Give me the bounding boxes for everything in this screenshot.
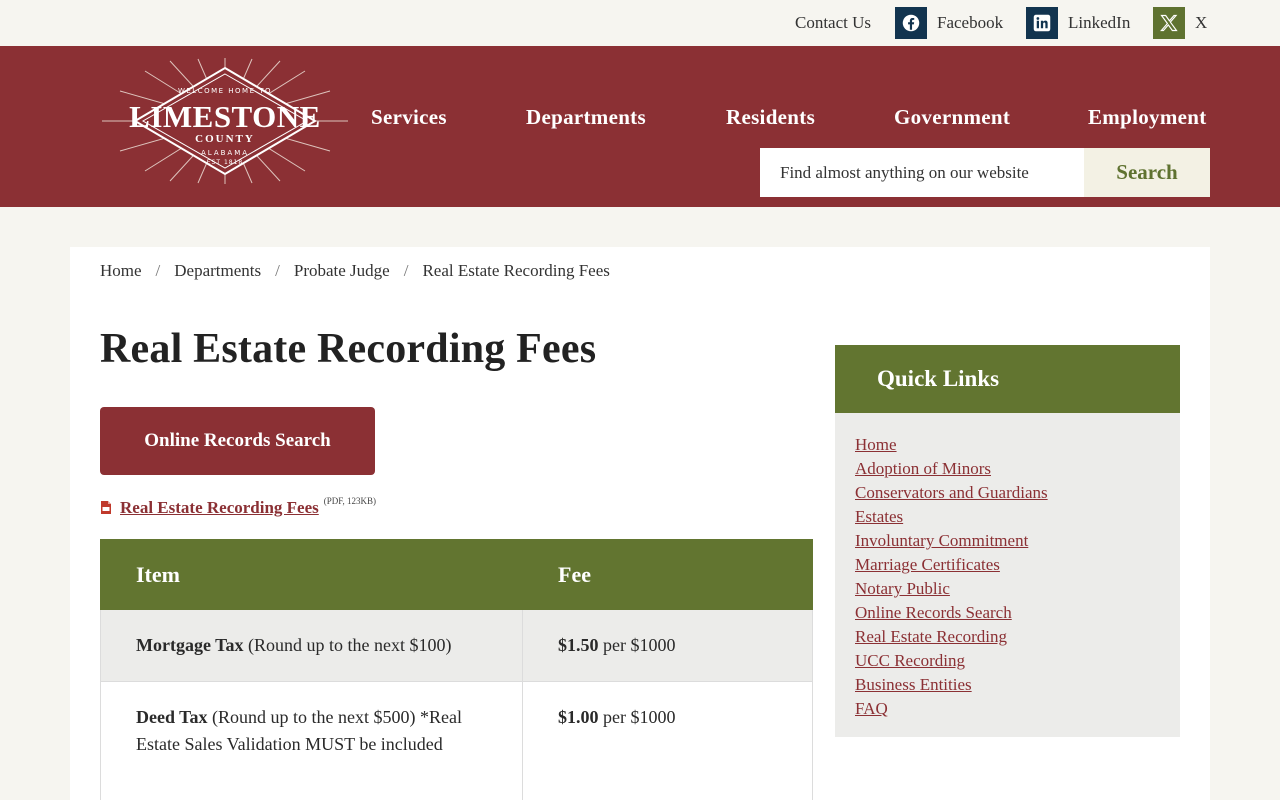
nav-government[interactable]: Government — [894, 105, 1010, 130]
breadcrumb-separator: / — [403, 261, 409, 280]
table-row: Mortgage Tax (Round up to the next $100)… — [100, 609, 813, 682]
logo-est-text: EST 1818 — [206, 159, 244, 166]
table-cell-item: Mortgage Tax (Round up to the next $100) — [100, 609, 523, 682]
quick-link-ucc-recording[interactable]: UCC Recording — [855, 649, 1160, 673]
online-records-search-button[interactable]: Online Records Search — [100, 407, 375, 475]
quick-link-estates[interactable]: Estates — [855, 505, 1160, 529]
site-header: WELCOME HOME TO LIMESTONE COUNTY ALABAMA… — [0, 46, 1280, 207]
logo-name-text: LIMESTONE — [129, 99, 321, 134]
site-search-input[interactable] — [760, 148, 1085, 197]
quick-link-online-records[interactable]: Online Records Search — [855, 601, 1160, 625]
nav-residents[interactable]: Residents — [726, 105, 815, 130]
item-note: (Round up to the next $100) — [243, 635, 452, 655]
column-header-item: Item — [100, 539, 523, 610]
limestone-county-logo[interactable]: WELCOME HOME TO LIMESTONE COUNTY ALABAMA… — [100, 56, 350, 186]
table-row: Deed Tax (Round up to the next $500) *Re… — [100, 681, 813, 800]
table-cell-fee: $1.50 per $1000 — [522, 609, 813, 682]
quick-link-business-entities[interactable]: Business Entities — [855, 673, 1160, 697]
quick-link-home[interactable]: Home — [855, 433, 1160, 457]
pdf-icon — [100, 501, 112, 514]
fee-table: Item Fee Mortgage Tax (Round up to the n… — [100, 539, 813, 800]
table-cell-item: Deed Tax (Round up to the next $500) *Re… — [100, 681, 523, 800]
x-link[interactable]: X — [1153, 7, 1207, 39]
contact-us-link[interactable]: Contact Us — [795, 13, 871, 33]
item-name: Mortgage Tax — [136, 635, 244, 655]
pdf-meta: (PDF, 123KB) — [323, 496, 377, 506]
logo-top-text: WELCOME HOME TO — [177, 87, 273, 95]
breadcrumb-current: Real Estate Recording Fees — [422, 261, 610, 280]
fee-amount: $1.00 — [558, 707, 599, 727]
breadcrumb-separator: / — [275, 261, 280, 280]
linkedin-icon — [1026, 7, 1058, 39]
linkedin-link[interactable]: LinkedIn — [1026, 7, 1130, 39]
nav-departments[interactable]: Departments — [526, 105, 646, 130]
logo-state-text: ALABAMA — [200, 149, 250, 157]
x-label: X — [1195, 13, 1208, 32]
quick-link-marriage-certificates[interactable]: Marriage Certificates — [855, 553, 1160, 577]
column-header-fee: Fee — [522, 539, 813, 610]
quick-links-list: Home Adoption of Minors Conservators and… — [835, 413, 1180, 737]
item-name: Deed Tax — [136, 707, 208, 727]
fee-unit: per $1000 — [598, 635, 676, 655]
pdf-download: Real Estate Recording Fees (PDF, 123KB) — [100, 496, 377, 518]
quick-link-faq[interactable]: FAQ — [855, 697, 1160, 721]
breadcrumb-departments[interactable]: Departments — [174, 261, 261, 281]
quick-link-notary-public[interactable]: Notary Public — [855, 577, 1160, 601]
table-header-row: Item Fee — [100, 539, 813, 610]
nav-services[interactable]: Services — [371, 105, 447, 130]
page-title: Real Estate Recording Fees — [100, 326, 597, 372]
pdf-link[interactable]: Real Estate Recording Fees — [120, 498, 319, 518]
quick-link-adoption[interactable]: Adoption of Minors — [855, 457, 1160, 481]
nav-employment[interactable]: Employment — [1088, 105, 1207, 130]
quick-link-real-estate-recording[interactable]: Real Estate Recording — [855, 625, 1160, 649]
search-button[interactable]: Search — [1084, 148, 1210, 197]
fee-unit: per $1000 — [598, 707, 676, 727]
quick-link-involuntary-commitment[interactable]: Involuntary Commitment — [855, 529, 1160, 553]
breadcrumb-separator: / — [155, 261, 161, 280]
fee-amount: $1.50 — [558, 635, 599, 655]
quick-links-title: Quick Links — [835, 345, 1180, 413]
table-cell-fee: $1.00 per $1000 — [522, 681, 813, 800]
utility-bar: Contact Us Facebook LinkedIn X — [0, 0, 1280, 46]
breadcrumb-probate-judge[interactable]: Probate Judge — [294, 261, 390, 281]
breadcrumb-home[interactable]: Home — [100, 261, 142, 281]
facebook-label: Facebook — [937, 13, 1004, 32]
quick-link-conservators[interactable]: Conservators and Guardians — [855, 481, 1160, 505]
linkedin-label: LinkedIn — [1068, 13, 1131, 32]
x-icon — [1153, 7, 1185, 39]
logo-county-text: COUNTY — [195, 133, 255, 145]
breadcrumb: Home / Departments / Probate Judge / Rea… — [100, 261, 610, 281]
quick-links-panel: Quick Links Home Adoption of Minors Cons… — [835, 345, 1180, 737]
facebook-link[interactable]: Facebook — [895, 7, 1003, 39]
facebook-icon — [895, 7, 927, 39]
content-card: Home / Departments / Probate Judge / Rea… — [70, 247, 1210, 800]
